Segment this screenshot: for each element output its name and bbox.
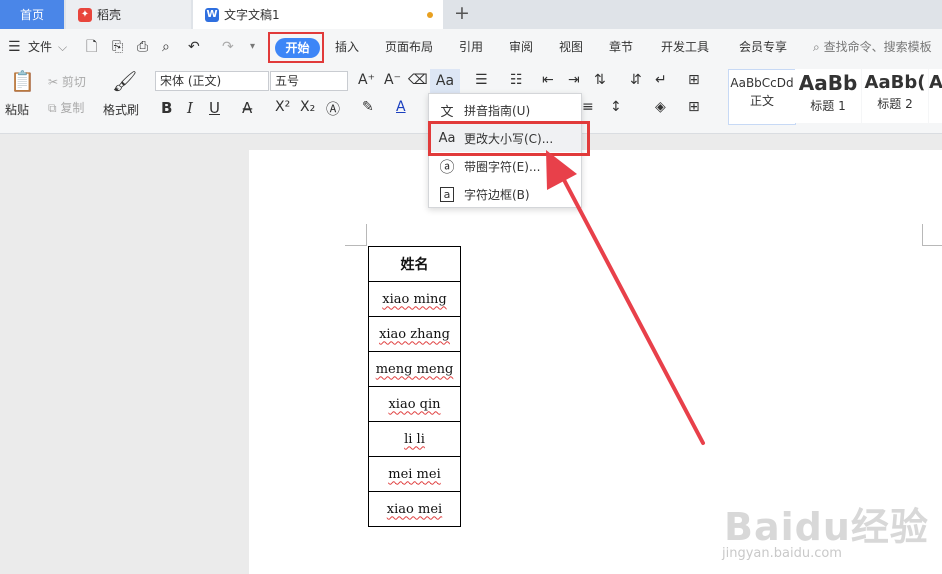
annotation-arrow — [546, 150, 705, 445]
baidu-watermark: Baidu经验 jingyan.baidu.com — [720, 496, 942, 574]
watermark-main: Baidu经验 — [724, 505, 929, 549]
watermark-sub: jingyan.baidu.com — [722, 546, 842, 561]
